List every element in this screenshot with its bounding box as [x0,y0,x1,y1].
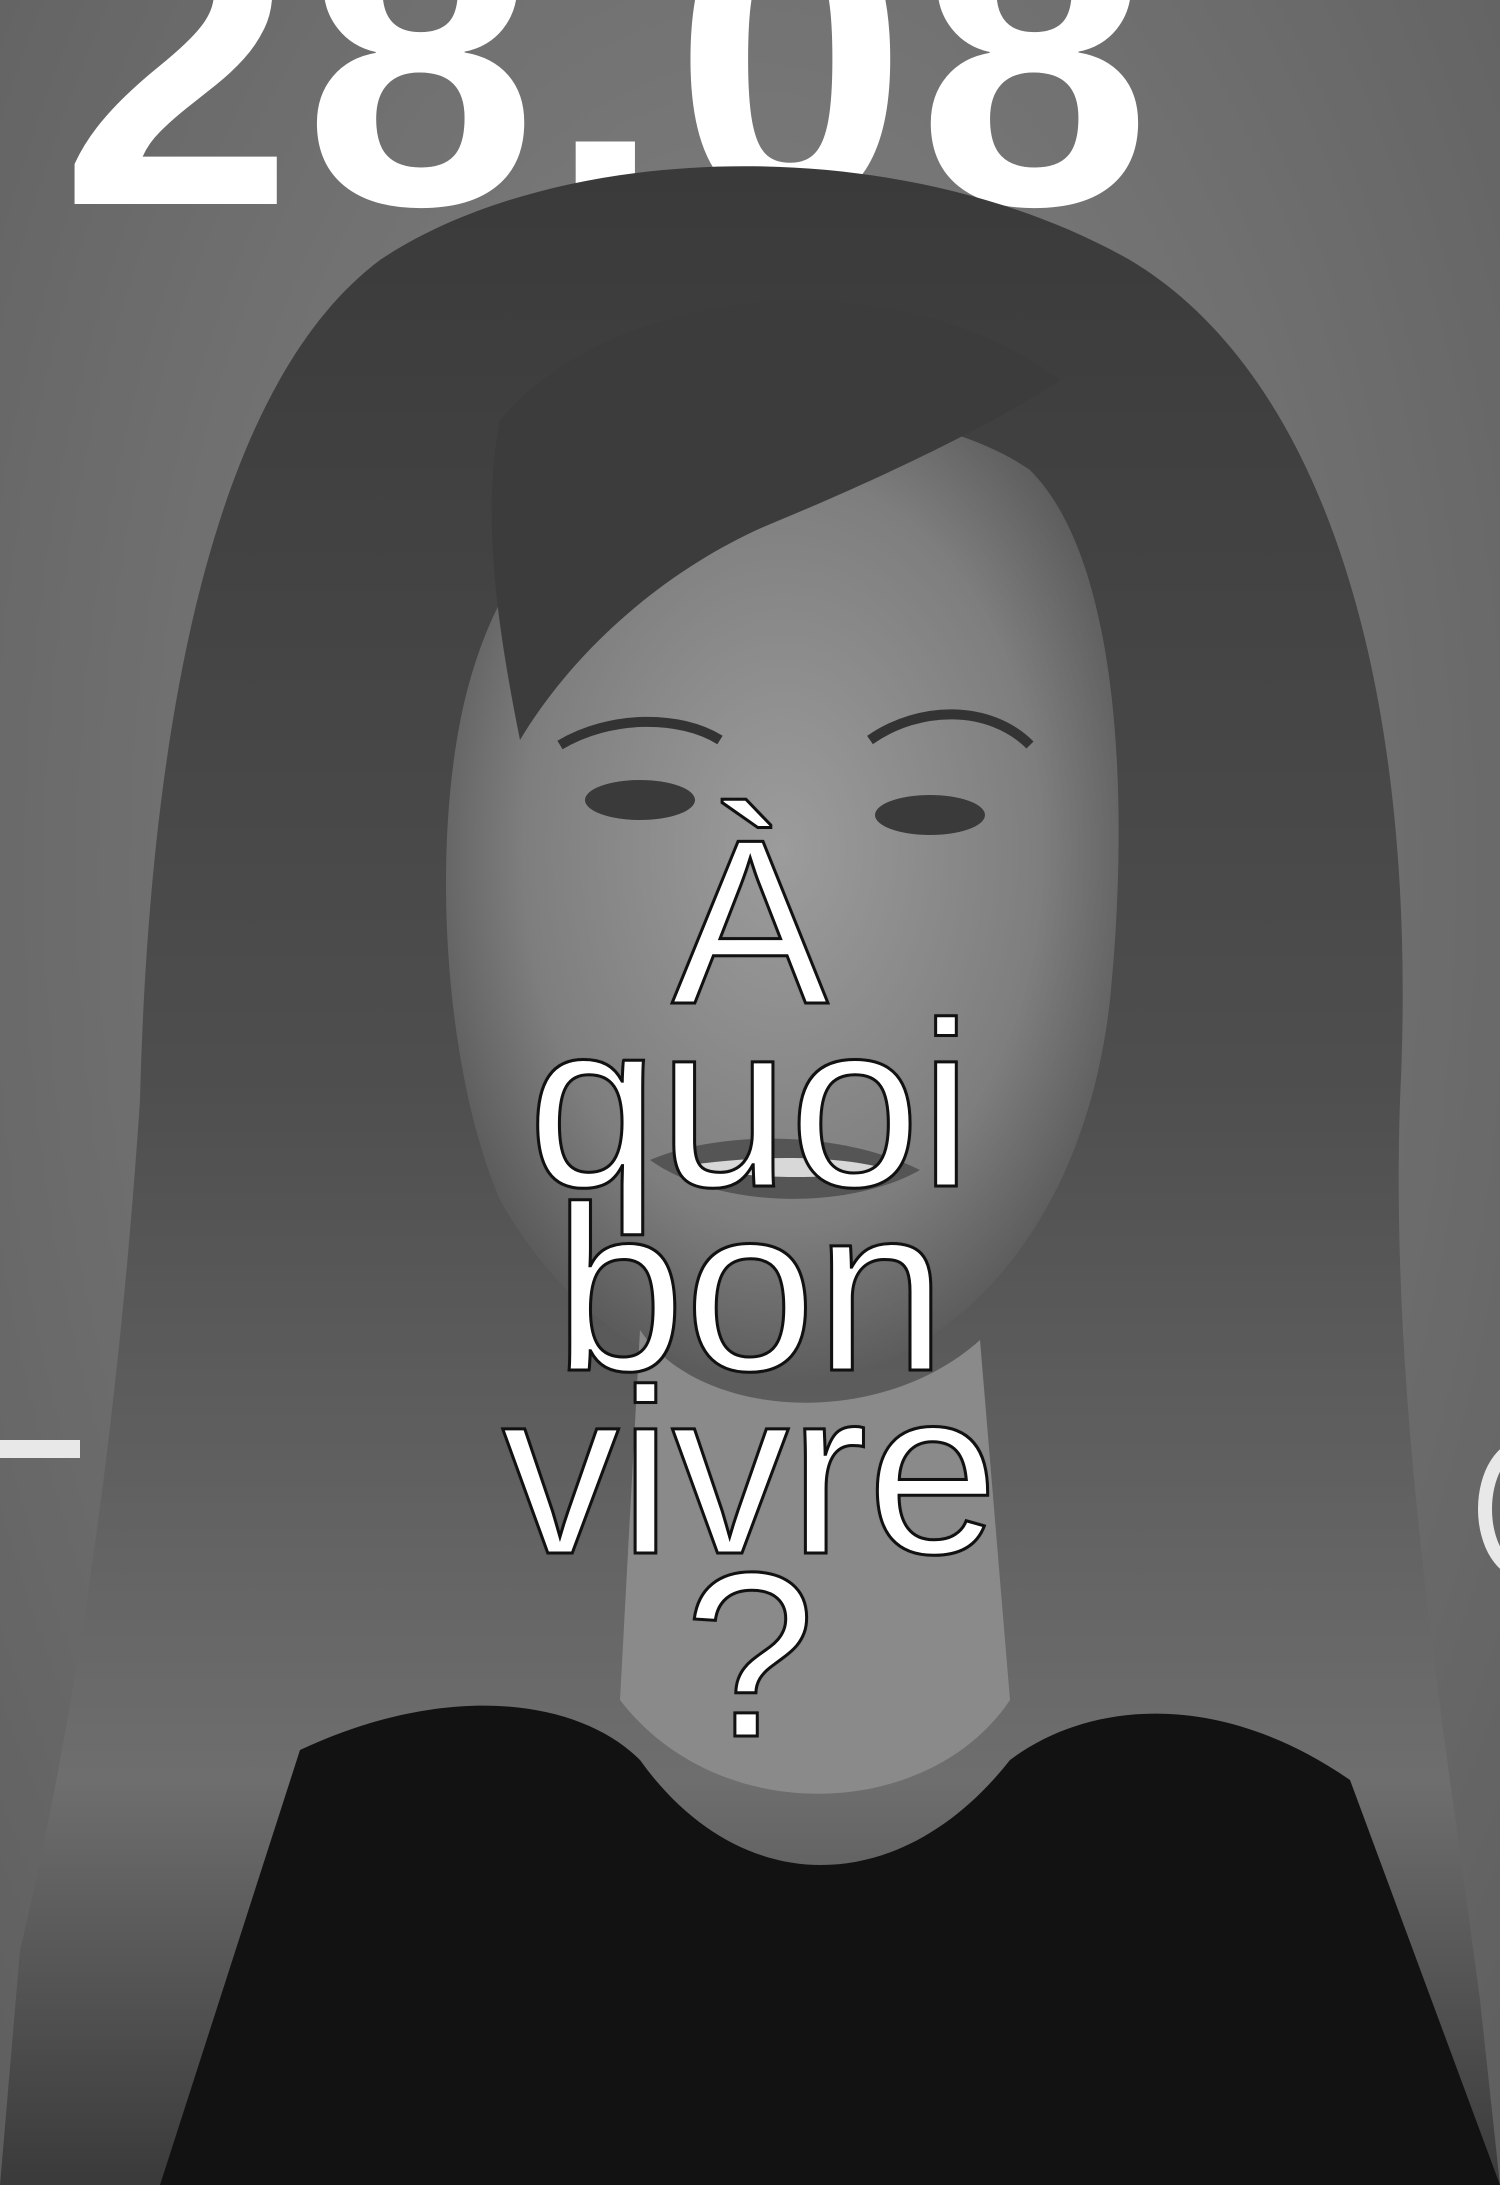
title-line: ? [683,1523,817,1787]
poster: 28.08 À quoi bon vivre ? [0,0,1500,2185]
overlay-title: À quoi bon vivre ? [0,802,1500,1787]
right-eye [875,795,985,835]
